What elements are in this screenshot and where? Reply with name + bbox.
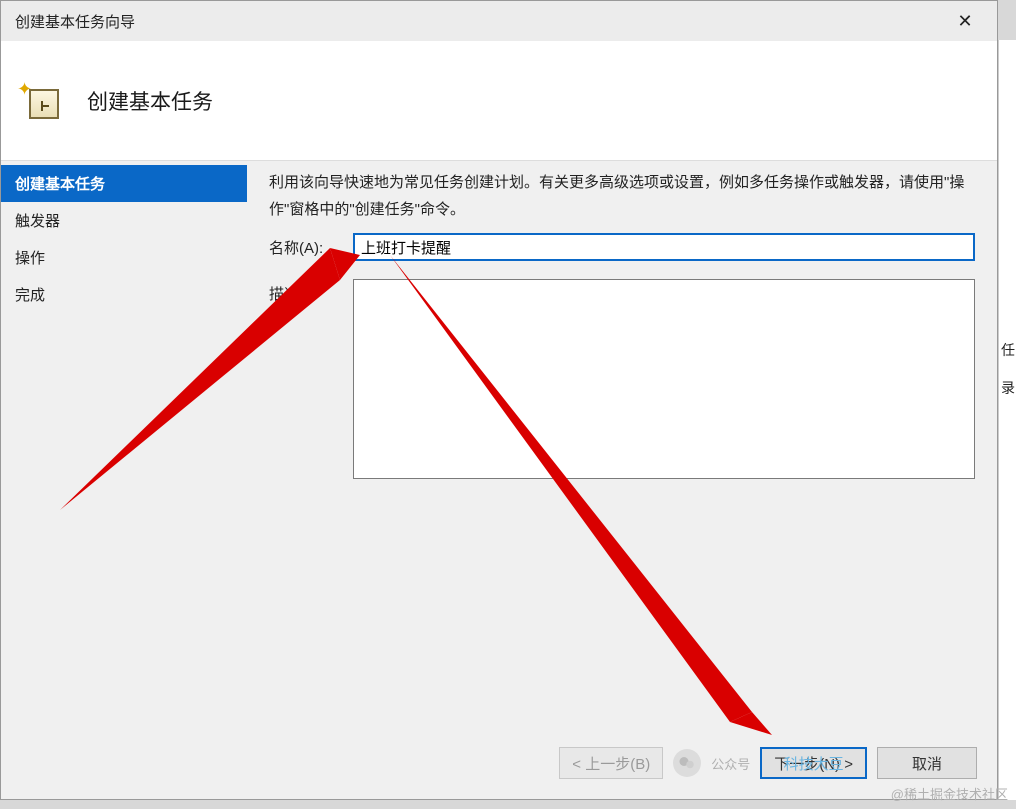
sidebar-item-label: 操作 [15,250,45,267]
sidebar-item-action[interactable]: 操作 [1,239,247,276]
sidebar-item-label: 完成 [15,287,45,304]
name-input[interactable] [353,233,975,261]
close-button[interactable]: ✕ [945,6,985,36]
description-input[interactable] [353,279,975,479]
next-button-label: 下一步(N) > [774,753,853,774]
titlebar: 创建基本任务向导 ✕ [1,1,997,41]
sidebar-item-finish[interactable]: 完成 [1,276,247,313]
wizard-dialog: 创建基本任务向导 ✕ ✦ 创建基本任务 创建基本任务 触发器 操作 完成 [0,0,998,800]
back-button-label: < 上一步(B) [572,753,650,774]
wizard-sidebar: 创建基本任务 触发器 操作 完成 [1,161,247,721]
sidebar-item-label: 触发器 [15,213,60,230]
cancel-button[interactable]: 取消 [877,747,977,779]
wechat-icon [673,749,701,777]
task-wizard-icon: ✦ [23,83,59,119]
name-label: 名称(A): [269,233,353,258]
outer-text-1: 任 [1001,340,1015,360]
sidebar-item-create-basic-task[interactable]: 创建基本任务 [1,165,247,202]
watermark-prefix: 公众号 [711,754,750,773]
outer-text-2: 录 [1001,378,1015,398]
wizard-header: ✦ 创建基本任务 [1,41,997,161]
wizard-step-title: 创建基本任务 [87,86,213,116]
wizard-button-bar: < 上一步(B) 公众号 下一步(N) > 科技大豆 取消 [559,747,977,779]
instruction-text: 利用该向导快速地为常见任务创建计划。有关更多高级选项或设置，例如多任务操作或触发… [269,169,975,223]
dialog-title: 创建基本任务向导 [15,11,135,32]
next-button[interactable]: 下一步(N) > 科技大豆 [760,747,867,779]
cancel-button-label: 取消 [912,753,942,774]
back-button: < 上一步(B) [559,747,663,779]
sidebar-item-label: 创建基本任务 [15,176,105,193]
wizard-content: 利用该向导快速地为常见任务创建计划。有关更多高级选项或设置，例如多任务操作或触发… [247,161,997,721]
description-label: 描述 [269,279,353,304]
close-icon: ✕ [957,11,972,32]
watermark-text: @稀土掘金技术社区 [891,784,1008,803]
sidebar-item-trigger[interactable]: 触发器 [1,202,247,239]
